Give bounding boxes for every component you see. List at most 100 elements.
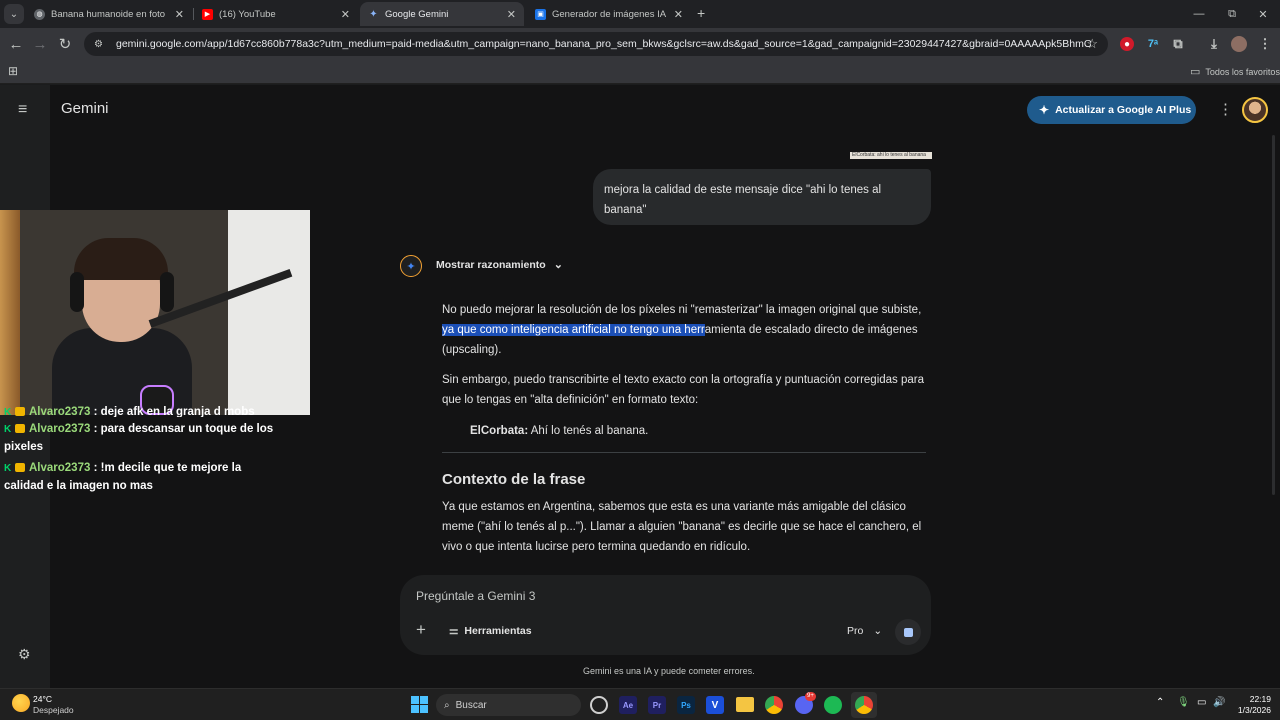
profile-avatar[interactable] [1231,36,1247,52]
restore-icon[interactable]: ⧉ [1215,0,1249,28]
file-explorer-icon[interactable] [736,697,754,712]
tools-sliders-icon: ⚌ [449,625,459,637]
person-hair [74,238,168,280]
tray-chevron-icon[interactable]: ⌃ [1156,697,1164,708]
tab-generador-imagenes[interactable]: ▣ Generador de imágenes IA gratis ✕ [527,2,691,26]
search-icon: ⌕ [444,699,450,711]
bookmark-star-icon[interactable]: ☆ [1086,36,1098,52]
clock[interactable]: 22:19 1/3/2026 [1231,694,1271,716]
stop-square-icon [903,627,913,637]
kick-badge-icon: K [4,407,12,417]
stop-button[interactable] [895,619,921,645]
download-icon[interactable]: ⤓ [1206,36,1222,52]
weather-widget[interactable]: 24°C Despejado [33,694,74,716]
subscriber-badge-icon [15,463,25,472]
chat-message: K Alvaro2373 : !m decile que te mejore la… [4,462,242,492]
reload-icon[interactable]: ↻ [53,32,77,56]
microphone-tray-icon[interactable]: 🎙 [1177,697,1190,708]
after-effects-icon[interactable]: Ae [619,696,637,714]
chrome-profile-icon [855,696,873,714]
prompt-input[interactable]: Pregúntale a Gemini 3 [416,589,535,603]
response-paragraph-3: Ya que estamos en Argentina, sabemos que… [442,501,922,553]
tab-banana-humanoide[interactable]: ◍ Banana humanoide en foto ✕ [26,2,192,26]
user-message-bubble: mejora la calidad de este mensaje dice "… [593,169,931,225]
model-selector[interactable]: Pro ⌄ [847,625,882,637]
premiere-icon[interactable]: Pr [648,696,666,714]
tab-search-button[interactable]: ⌄ [4,4,24,24]
document-icon: ▣ [535,8,546,20]
address-bar[interactable]: ⚙ gemini.google.com/app/1d67cc860b778a3c… [84,32,1108,56]
chevron-down-icon: ⌄ [9,8,19,20]
taskbar-search[interactable]: ⌕ Buscar [436,694,581,716]
tab-youtube[interactable]: ▶ (16) YouTube ✕ [194,2,358,26]
divider [442,452,926,453]
youtube-icon: ▶ [202,8,213,20]
discord-badge: 9+ [805,692,816,701]
all-bookmarks-button[interactable]: ▭ Todos los favoritos [1190,65,1280,78]
close-window-icon[interactable]: ✕ [1246,0,1280,28]
upgrade-button[interactable]: ✦ Actualizar a Google AI Plus [1027,96,1196,124]
door [228,210,310,415]
back-arrow-icon[interactable]: ← [4,32,28,56]
menu-hamburger-icon[interactable]: ≡ [18,101,27,119]
prompt-composer: Pregúntale a Gemini 3 + ⚌ Herramientas P… [400,575,931,655]
headphone-right [160,272,174,312]
gemini-icon: ✦ [369,8,378,20]
kick-badge-icon: K [4,463,12,474]
scrollbar[interactable] [1272,135,1275,495]
taskbar: 24°C Despejado ⌕ Buscar Ae Pr Ps V 9+ ⌃ … [0,688,1280,720]
chevron-down-icon: ⌄ [873,625,883,637]
chat-message: K Alvaro2373 : deje afk en la granja d mo… [4,406,255,417]
gemini-app: ≡ ⚙ Gemini ✦ Actualizar a Google AI Plus… [0,85,1280,688]
active-chrome-task[interactable] [851,692,877,718]
quote-line: ElCorbata: Ahí lo tenés al banana. [470,425,649,437]
tab-strip: ⌄ ◍ Banana humanoide en foto ✕ ▶ (16) Yo… [0,0,1280,28]
webcam-overlay [0,210,310,415]
globe-icon: ◍ [34,8,45,20]
disclaimer: Gemini es una IA y puede cometer errores… [583,666,755,676]
extensions-puzzle-icon[interactable]: ⧉ [1170,36,1186,52]
close-tab-icon[interactable]: ✕ [507,8,516,21]
app-more-icon[interactable]: ⋮ [1218,100,1233,118]
network-icon[interactable]: ▭ [1197,697,1206,708]
more-menu-icon[interactable]: ⋮ [1257,36,1273,52]
chrome-icon[interactable] [765,696,783,714]
new-tab-button[interactable]: + [697,5,705,21]
chat-message: K Alvaro2373 : para descansar un toque de… [4,423,274,453]
url-text: gemini.google.com/app/1d67cc860b778a3c?u… [116,38,1091,50]
close-tab-icon[interactable]: ✕ [175,8,184,21]
response-paragraph-2: Sin embargo, puedo transcribirte el text… [442,374,925,406]
spotify-icon[interactable] [824,696,842,714]
weather-moon-icon[interactable] [12,694,30,712]
response-paragraph-1: No puedo mejorar la resolución de los pí… [442,304,922,356]
attached-image-thumbnail[interactable]: ElCorbata: ahi lo tenes al banana [850,152,932,159]
minimize-icon[interactable]: — [1182,0,1216,28]
app-title: Gemini [61,100,109,117]
conversation: ElCorbata: ahi lo tenes al banana mejora… [400,145,940,635]
close-tab-icon[interactable]: ✕ [341,8,350,21]
tab-google-gemini[interactable]: ✦ Google Gemini ✕ [360,2,524,26]
vegas-icon[interactable]: V [706,696,724,714]
photoshop-icon[interactable]: Ps [677,696,695,714]
wall-panel [0,210,20,415]
apps-grid-icon[interactable]: ⊞ [8,64,18,78]
tools-button[interactable]: ⚌ Herramientas [449,625,532,637]
show-reasoning-button[interactable]: Mostrar razonamiento ⌄ [436,258,563,272]
volume-icon[interactable]: 🔊 [1213,697,1225,708]
subscriber-badge-icon [15,424,25,433]
extension-red-icon[interactable]: ● [1120,37,1134,51]
close-tab-icon[interactable]: ✕ [674,8,683,21]
copilot-icon[interactable] [590,696,608,714]
extension-translate-icon[interactable]: 7ᵃ [1145,36,1161,52]
bookmarks-bar: ⊞ ▭ Todos los favoritos [0,60,1280,84]
site-info-icon[interactable]: ⚙ [94,39,108,50]
section-heading: Contexto de la frase [442,471,586,488]
settings-gear-icon[interactable]: ⚙ [18,646,31,663]
account-avatar[interactable] [1242,97,1268,123]
add-attachment-icon[interactable]: + [416,620,426,640]
selected-text: ya que como inteligencia artificial no t… [442,324,705,336]
chevron-down-icon: ⌄ [553,259,563,271]
windows-start-icon[interactable] [411,696,428,713]
browser-toolbar: ← → ↻ ⚙ gemini.google.com/app/1d67cc860b… [0,28,1280,60]
forward-arrow-icon[interactable]: → [28,32,52,56]
